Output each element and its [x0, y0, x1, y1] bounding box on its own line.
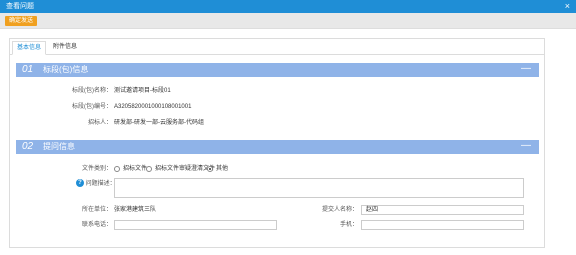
submitter-label: 提交人名称： [321, 207, 358, 213]
radio-label: 招标文件 [123, 166, 148, 172]
phone-label: 联系电话： [81, 222, 112, 228]
help-icon[interactable]: ? [76, 179, 84, 187]
submitter-input[interactable]: 赵四 [361, 205, 524, 215]
bid-number-label: 标段(包)编号： [72, 104, 112, 110]
collapse-icon[interactable]: — [521, 141, 531, 151]
tenderer-label: 招标人： [87, 120, 112, 126]
section-number: 02 [22, 141, 34, 152]
toolbar: 确定发送 [0, 13, 576, 29]
description-label-text: 问题描述： [85, 181, 116, 187]
radio-label: 招标文件审疑澄清文件 [155, 166, 216, 172]
description-label: 问题描述：* [84, 180, 118, 188]
bid-number-value: A3205820001000108001001 [114, 104, 192, 110]
radio-label: 其他 [216, 166, 229, 172]
radio-other[interactable]: 其他 [207, 165, 228, 173]
radio-button[interactable] [146, 166, 152, 172]
tab-bar: 基本信息 附件信息 [10, 39, 544, 55]
close-icon[interactable]: × [565, 1, 570, 11]
collapse-icon[interactable]: — [521, 64, 531, 74]
file-type-label: 文件类别： [81, 166, 112, 172]
bid-name-label: 标段(包)名称： [72, 88, 112, 94]
description-textarea[interactable] [114, 178, 524, 198]
section-number: 01 [22, 64, 34, 75]
tenderer-value: 研发部-研发一部-云服务部-代码组 [114, 120, 204, 126]
radio-button-checked[interactable] [207, 166, 213, 172]
tab-basic-info[interactable]: 基本信息 [12, 41, 46, 55]
window-title: 查看问题 [6, 3, 34, 10]
mobile-label: 手机： [339, 222, 358, 228]
unit-value: 张家港建筑三队 [114, 207, 157, 213]
unit-label: 所在单位： [81, 207, 112, 213]
radio-tender-file[interactable]: 招标文件 [114, 165, 147, 173]
section-header-bid-info: 01 标段(包)信息 — [16, 63, 539, 77]
section-title: 提问信息 [43, 142, 75, 151]
window-titlebar: 查看问题 × [0, 0, 576, 13]
bid-name-value: 测试邀请项目-标段01 [114, 88, 171, 94]
radio-clarification-file[interactable]: 招标文件审疑澄清文件 [146, 165, 215, 173]
radio-button[interactable] [114, 166, 120, 172]
section-title: 标段(包)信息 [43, 65, 89, 74]
phone-input[interactable] [114, 220, 277, 230]
content-panel: 基本信息 附件信息 01 标段(包)信息 — 标段(包)名称： 测试邀请项目-标… [9, 38, 545, 248]
confirm-send-button[interactable]: 确定发送 [5, 16, 38, 26]
tab-attachment-info[interactable]: 附件信息 [48, 41, 82, 55]
mobile-input[interactable] [361, 220, 524, 230]
section-header-question-info: 02 提问信息 — [16, 140, 539, 154]
